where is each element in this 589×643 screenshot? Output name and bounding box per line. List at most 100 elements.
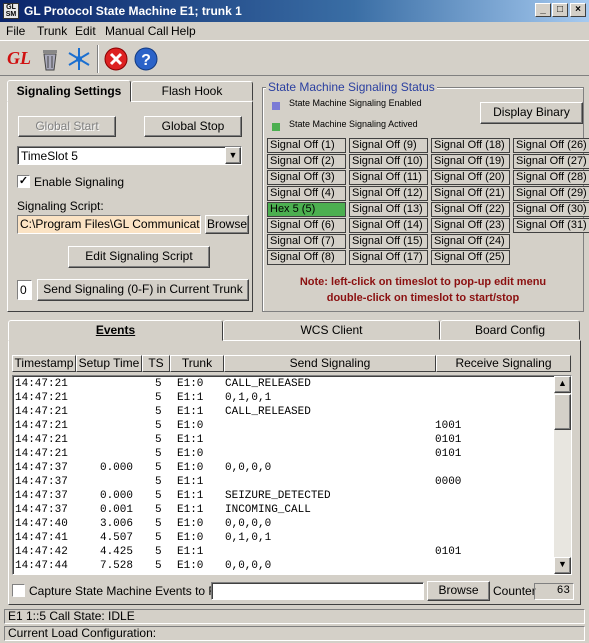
table-row[interactable]: 14:47:37 0.000 5 E1:0 0,0,0,0 xyxy=(13,461,553,475)
col-receive-signaling[interactable]: Receive Signaling xyxy=(436,355,571,372)
events-list[interactable]: 14:47:21 5 E1:0 CALL_RELEASED 14:47:21 5 E1:1 0… xyxy=(12,375,572,575)
timeslot-cell[interactable]: Signal Off (9) xyxy=(349,138,428,153)
global-stop-button[interactable]: Global Stop xyxy=(144,116,242,137)
global-start-button[interactable]: Global Start xyxy=(18,116,116,137)
tab-signaling-settings[interactable]: Signaling Settings xyxy=(7,80,131,102)
app-icon[interactable]: GL SM xyxy=(3,3,19,19)
event-send: 0,0,0,0 xyxy=(225,518,272,530)
timeslot-cell[interactable]: Signal Off (18) xyxy=(431,138,510,153)
timeslot-cell[interactable]: Signal Off (17) xyxy=(349,250,428,265)
timeslot-cell[interactable]: Signal Off (1) xyxy=(267,138,346,153)
table-row[interactable]: 14:47:37 5 E1:1 0000 xyxy=(13,475,553,489)
menu-help[interactable]: Help xyxy=(171,24,196,38)
table-row[interactable]: 14:47:40 3.006 5 E1:0 0,0,0,0 xyxy=(13,517,553,531)
table-row[interactable]: 14:47:37 0.000 5 E1:1 SEIZURE_DETECTED xyxy=(13,489,553,503)
timeslot-cell[interactable]: Signal Off (25) xyxy=(431,250,510,265)
timeslot-cell[interactable]: Signal Off (22) xyxy=(431,202,510,217)
col-trunk[interactable]: Trunk xyxy=(170,355,224,372)
capture-browse-button[interactable]: Browse xyxy=(427,581,490,601)
title-bar[interactable]: GL SM GL Protocol State Machine E1; trun… xyxy=(0,0,589,22)
table-row[interactable]: 14:47:21 5 E1:1 0101 xyxy=(13,433,553,447)
event-ts: 5 xyxy=(155,378,162,390)
capture-checkbox[interactable] xyxy=(12,584,25,597)
counter-value: 63 xyxy=(534,583,574,600)
event-receive: 0101 xyxy=(435,434,462,446)
timeslot-cell[interactable]: Signal Off (10) xyxy=(349,154,428,169)
timeslot-cell[interactable]: Signal Off (7) xyxy=(267,234,346,249)
event-trunk: E1:1 xyxy=(177,546,204,558)
scroll-thumb[interactable] xyxy=(554,394,571,430)
minimize-button[interactable]: _ xyxy=(535,3,551,17)
timeslot-cell[interactable]: Hex 5 (5) xyxy=(267,202,346,217)
chevron-down-icon[interactable]: ▼ xyxy=(225,147,241,164)
timeslot-cell[interactable]: Signal Off (23) xyxy=(431,218,510,233)
table-row[interactable]: 14:47:21 5 E1:0 CALL_RELEASED xyxy=(13,377,553,391)
timeslot-cell[interactable]: Signal Off (21) xyxy=(431,186,510,201)
menu-manual-call[interactable]: Manual Call xyxy=(105,24,168,38)
stop-icon[interactable] xyxy=(103,46,129,72)
edit-script-button[interactable]: Edit Signaling Script xyxy=(68,246,210,268)
tab-flash-hook[interactable]: Flash Hook xyxy=(131,81,253,101)
event-trunk: E1:1 xyxy=(177,392,204,404)
events-scrollbar[interactable]: ▲ ▼ xyxy=(554,376,571,574)
col-ts[interactable]: TS xyxy=(142,355,170,372)
timeslot-cell[interactable]: Signal Off (14) xyxy=(349,218,428,233)
table-row[interactable]: 14:47:37 0.001 5 E1:1 INCOMING_CALL xyxy=(13,503,553,517)
event-timestamp: 14:47:40 xyxy=(15,518,68,530)
event-trunk: E1:1 xyxy=(177,434,204,446)
scroll-down-icon[interactable]: ▼ xyxy=(554,557,571,574)
display-binary-button[interactable]: Display Binary xyxy=(480,102,583,124)
help-icon[interactable]: ? xyxy=(133,46,159,72)
timeslot-cell[interactable]: Signal Off (15) xyxy=(349,234,428,249)
window-title: GL Protocol State Machine E1; trunk 1 xyxy=(24,4,242,18)
timeslot-cell[interactable]: Signal Off (20) xyxy=(431,170,510,185)
timeslot-cell[interactable]: Signal Off (28) xyxy=(513,170,589,185)
timeslot-cell[interactable]: Signal Off (11) xyxy=(349,170,428,185)
script-path-input[interactable]: C:\Program Files\GL Communications xyxy=(17,215,201,234)
capture-file-input[interactable] xyxy=(211,582,424,600)
menu-trunk[interactable]: Trunk xyxy=(37,24,67,38)
tab-board-config[interactable]: Board Config xyxy=(440,320,580,340)
timeslot-cell[interactable]: Signal Off (19) xyxy=(431,154,510,169)
event-send: 0,0,0,0 xyxy=(225,462,272,474)
table-row[interactable]: 14:47:44 7.528 5 E1:0 0,0,0,0 xyxy=(13,559,553,573)
tab-events[interactable]: Events xyxy=(8,320,223,341)
timeslot-value: TimeSlot 5 xyxy=(21,149,78,163)
close-button[interactable]: × xyxy=(570,3,586,17)
timeslot-cell[interactable]: Signal Off (3) xyxy=(267,170,346,185)
timeslot-select[interactable]: TimeSlot 5 ▼ xyxy=(17,146,242,165)
table-row[interactable]: 14:47:41 4.507 5 E1:0 0,1,0,1 xyxy=(13,531,553,545)
gl-logo-icon[interactable]: GL xyxy=(6,46,32,72)
timeslot-cell[interactable]: Signal Off (26) xyxy=(513,138,589,153)
send-value-input[interactable]: 0 xyxy=(17,280,32,300)
table-row[interactable]: 14:47:21 5 E1:1 0,1,0,1 xyxy=(13,391,553,405)
timeslot-cell[interactable]: Signal Off (31) xyxy=(513,218,589,233)
timeslot-cell[interactable]: Signal Off (6) xyxy=(267,218,346,233)
table-row[interactable]: 14:47:21 5 E1:0 1001 xyxy=(13,419,553,433)
timeslot-cell[interactable]: Signal Off (29) xyxy=(513,186,589,201)
table-row[interactable]: 14:47:21 5 E1:0 0101 xyxy=(13,447,553,461)
timeslot-cell[interactable]: Signal Off (13) xyxy=(349,202,428,217)
enable-signaling-checkbox[interactable]: ✓ xyxy=(17,175,30,188)
table-row[interactable]: 14:47:42 4.425 5 E1:1 0101 xyxy=(13,545,553,559)
scroll-up-icon[interactable]: ▲ xyxy=(554,376,571,393)
col-setup-time[interactable]: Setup Time xyxy=(76,355,142,372)
maximize-button[interactable]: □ xyxy=(552,3,568,17)
timeslot-cell[interactable]: Signal Off (8) xyxy=(267,250,346,265)
trash-icon[interactable] xyxy=(37,46,63,72)
send-signaling-button[interactable]: Send Signaling (0-F) in Current Trunk xyxy=(37,279,249,301)
timeslot-cell[interactable]: Signal Off (4) xyxy=(267,186,346,201)
table-row[interactable]: 14:47:21 5 E1:1 CALL_RELEASED xyxy=(13,405,553,419)
tab-wcs-client[interactable]: WCS Client xyxy=(223,320,440,340)
col-send-signaling[interactable]: Send Signaling xyxy=(224,355,436,372)
menu-file[interactable]: File xyxy=(6,24,25,38)
snowflake-icon[interactable] xyxy=(66,46,92,72)
timeslot-cell[interactable]: Signal Off (2) xyxy=(267,154,346,169)
menu-edit[interactable]: Edit xyxy=(75,24,96,38)
timeslot-cell[interactable]: Signal Off (24) xyxy=(431,234,510,249)
timeslot-cell[interactable]: Signal Off (27) xyxy=(513,154,589,169)
timeslot-cell[interactable]: Signal Off (30) xyxy=(513,202,589,217)
script-browse-button[interactable]: Browse xyxy=(205,215,249,234)
col-timestamp[interactable]: Timestamp xyxy=(12,355,76,372)
timeslot-cell[interactable]: Signal Off (12) xyxy=(349,186,428,201)
